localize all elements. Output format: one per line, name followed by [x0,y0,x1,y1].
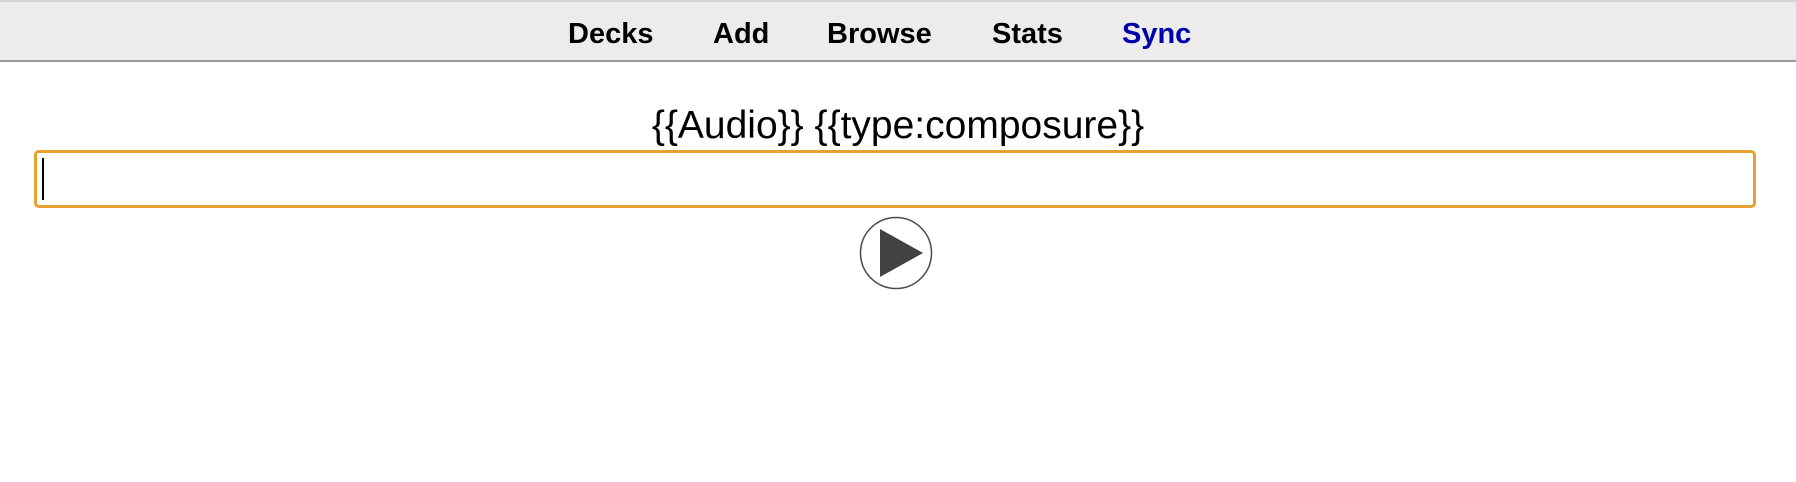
text-caret [42,158,44,200]
card-template-text: {{Audio}} {{type:composure}} [651,104,1145,147]
card-content: {{Audio}} {{type:composure}} [0,62,1796,482]
play-icon [859,216,933,290]
nav-browse[interactable]: Browse [827,16,932,52]
nav-sync[interactable]: Sync [1122,16,1191,52]
nav-decks[interactable]: Decks [568,16,653,52]
type-answer-input[interactable] [34,150,1756,208]
play-audio-button[interactable] [859,216,933,290]
toolbar-nav: Decks Add Browse Stats Sync [0,16,1796,52]
nav-stats[interactable]: Stats [992,16,1063,52]
nav-add[interactable]: Add [713,16,769,52]
top-toolbar: Decks Add Browse Stats Sync [0,0,1796,62]
